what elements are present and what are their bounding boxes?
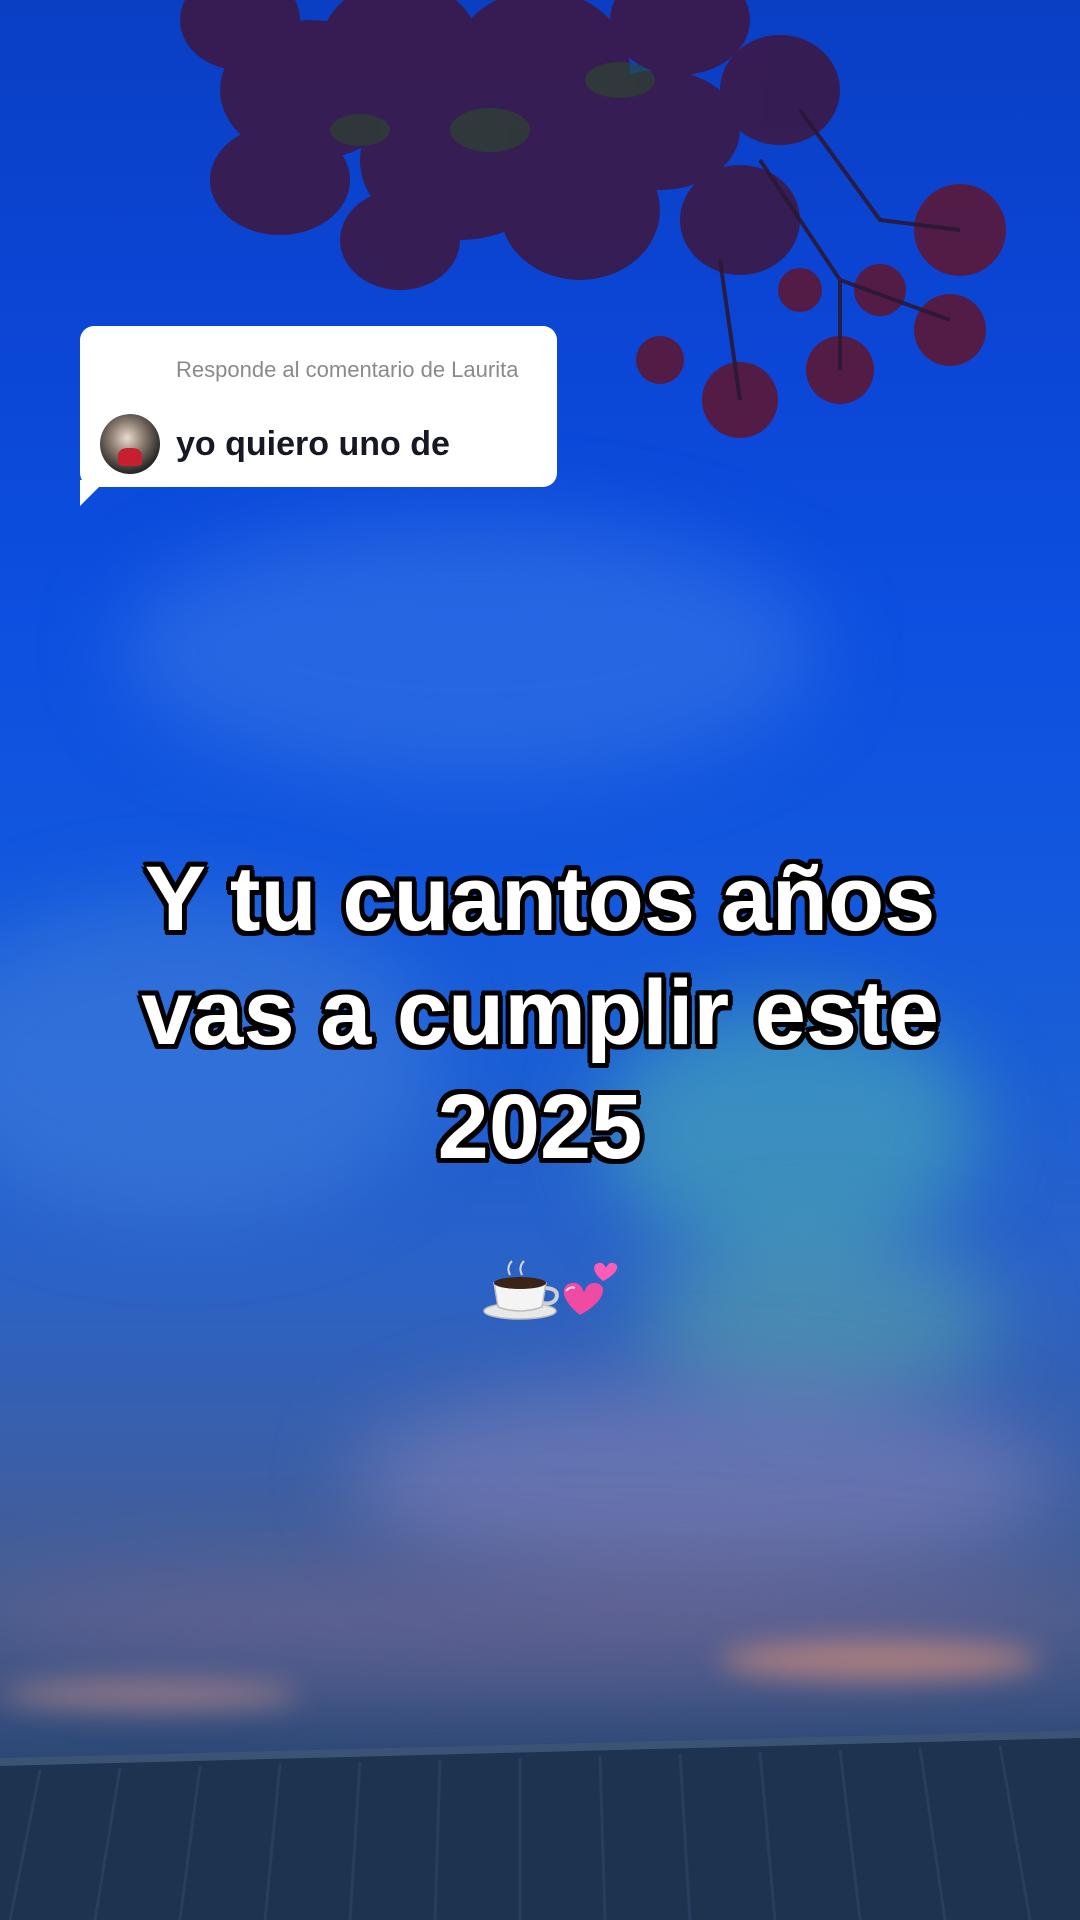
caption-line: vas a cumplir este — [141, 962, 939, 1064]
cloud-layer — [350, 1380, 1050, 1580]
video-frame[interactable]: Responde al comentario de Laurita yo qui… — [0, 0, 1080, 1920]
comment-reply-bubble[interactable]: Responde al comentario de Laurita yo qui… — [80, 326, 557, 487]
reply-header: Responde al comentario de Laurita — [176, 357, 519, 382]
coffee-cup-icon — [483, 1260, 559, 1320]
video-caption: Y tu cuantos años vas a cumplir este 202… — [0, 842, 1080, 1184]
bubble-tail — [80, 480, 106, 506]
sunset-glow — [720, 1640, 1040, 1680]
emoji-row — [483, 1260, 618, 1320]
commenter-avatar[interactable] — [100, 414, 160, 474]
reply-comment-text: yo quiero uno de — [176, 425, 450, 463]
caption-line: 2025 — [437, 1076, 643, 1178]
two-hearts-icon — [563, 1262, 618, 1315]
cloud-layer — [120, 520, 820, 780]
sunset-glow — [0, 1680, 300, 1710]
cloud-layer — [640, 1240, 1000, 1400]
metal-roof — [0, 1730, 1080, 1920]
caption-line: Y tu cuantos años — [144, 848, 936, 950]
